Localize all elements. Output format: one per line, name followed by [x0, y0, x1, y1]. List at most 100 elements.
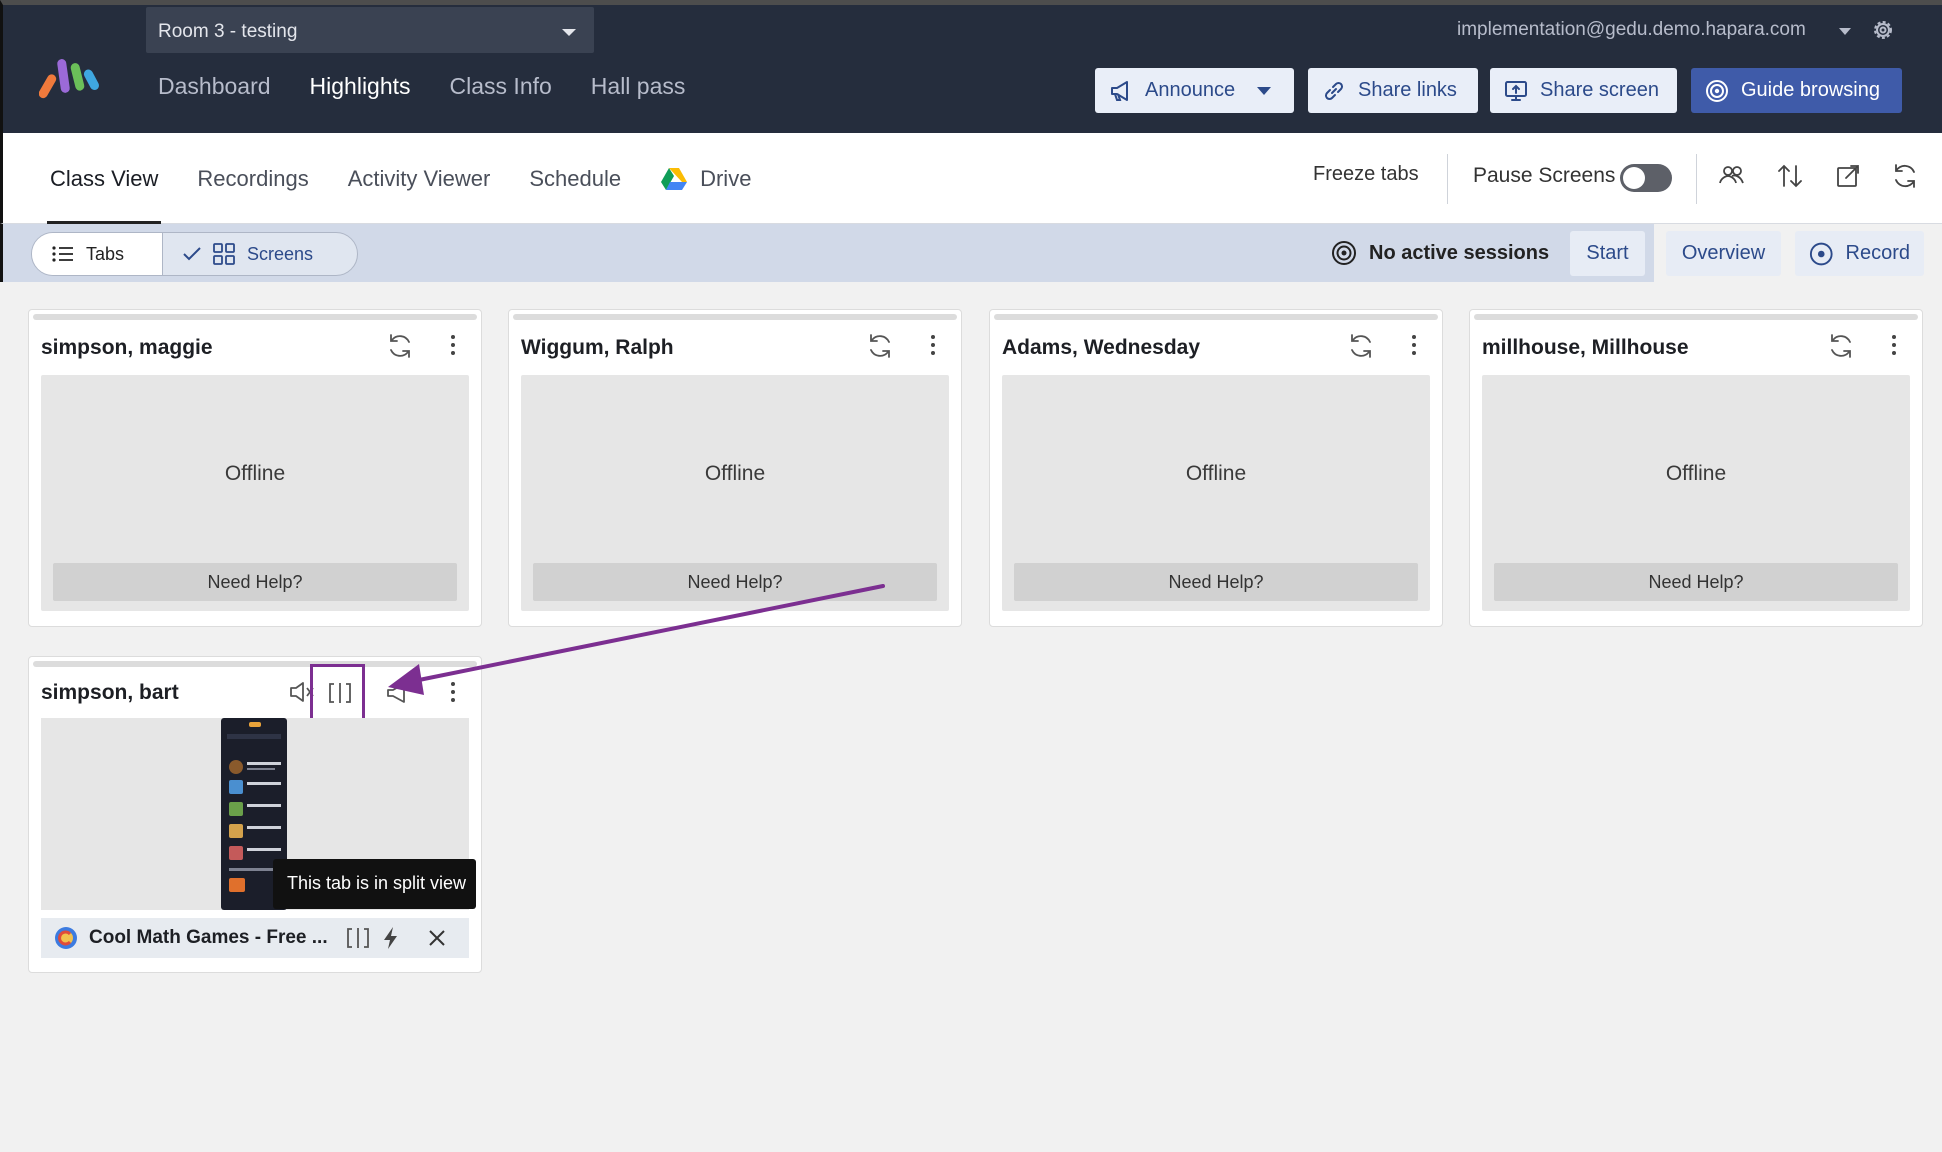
tab-recordings-label: Recordings	[197, 165, 309, 191]
student-name: millhouse, Millhouse	[1482, 336, 1689, 359]
refresh-icon[interactable]	[385, 331, 415, 361]
student-card: millhouse, Millhouse Offline Need Help?	[1469, 309, 1923, 627]
session-status: No active sessions	[1331, 240, 1549, 266]
student-card: Wiggum, Ralph Offline Need Help?	[508, 309, 962, 627]
sort-icon[interactable]	[1774, 160, 1806, 192]
offline-status: Offline	[224, 462, 286, 485]
student-name: simpson, maggie	[41, 336, 213, 359]
student-screen: Offline Need Help?	[41, 375, 469, 611]
chevron-down-icon	[562, 29, 576, 36]
tab-drive[interactable]: Drive	[657, 133, 754, 224]
view-mode-switch: Tabs Screens	[31, 232, 358, 276]
tab-schedule[interactable]: Schedule	[526, 133, 624, 224]
card-status-strip	[33, 314, 477, 320]
start-session-button[interactable]: Start	[1570, 231, 1645, 276]
record-icon	[1809, 242, 1833, 265]
site-favicon-icon	[55, 927, 77, 949]
split-view-icon[interactable]	[345, 927, 371, 949]
nav-highlights[interactable]: Highlights	[310, 73, 411, 100]
overview-button[interactable]: Overview	[1666, 231, 1781, 276]
close-icon[interactable]	[425, 926, 449, 950]
more-vertical-icon[interactable]	[1411, 334, 1417, 356]
tab-activity-viewer-label: Activity Viewer	[347, 165, 491, 191]
group-users-icon[interactable]	[1716, 160, 1748, 192]
nav-dashboard[interactable]: Dashboard	[158, 73, 271, 100]
student-card: simpson, maggie Offline Need Help?	[28, 309, 482, 627]
pause-screens-label: Pause Screens	[1473, 164, 1616, 187]
record-label: Record	[1845, 242, 1910, 264]
more-vertical-icon[interactable]	[450, 334, 456, 356]
grid-icon	[213, 243, 235, 265]
offline-status: Offline	[1185, 462, 1247, 485]
student-screen: Offline Need Help?	[521, 375, 949, 611]
view-toolbar: Tabs Screens No active sessions Start	[0, 224, 1942, 282]
nav-hall-pass[interactable]: Hall pass	[591, 73, 686, 100]
tab-activity-viewer[interactable]: Activity Viewer	[345, 133, 494, 224]
tab-title: Cool Math Games - Free ...	[89, 927, 328, 948]
refresh-icon[interactable]	[865, 331, 895, 361]
student-screen[interactable]: This tab is in split view	[41, 718, 476, 910]
tab-class-view[interactable]: Class View	[47, 133, 162, 224]
card-status-strip	[513, 314, 957, 320]
tab-recordings[interactable]: Recordings	[194, 133, 311, 224]
share-screen-button[interactable]: Share screen	[1490, 68, 1677, 113]
megaphone-icon[interactable]	[385, 680, 411, 706]
refresh-icon[interactable]	[1826, 331, 1856, 361]
student-name: Adams, Wednesday	[1002, 336, 1201, 359]
announce-label: Announce	[1145, 79, 1236, 101]
hapara-logo[interactable]	[39, 53, 109, 101]
announce-button[interactable]: Announce	[1095, 68, 1294, 113]
check-icon	[183, 247, 201, 261]
nav-class-info[interactable]: Class Info	[450, 73, 552, 100]
view-screens-button[interactable]: Screens	[163, 233, 333, 275]
target-icon	[1706, 79, 1728, 102]
need-help-button[interactable]: Need Help?	[53, 563, 457, 601]
need-help-button[interactable]: Need Help?	[533, 563, 937, 601]
need-help-button[interactable]: Need Help?	[1014, 563, 1418, 601]
gear-icon[interactable]	[1870, 17, 1896, 43]
share-links-label: Share links	[1358, 79, 1457, 101]
pause-screens-toggle[interactable]	[1620, 164, 1672, 192]
list-icon	[52, 246, 73, 262]
guide-browsing-button[interactable]: Guide browsing	[1691, 68, 1902, 113]
lightning-icon[interactable]	[381, 926, 401, 950]
top-header: Room 3 - testing Dashboard Highlights Cl…	[0, 0, 1942, 133]
refresh-icon[interactable]	[1889, 160, 1921, 192]
view-screens-label: Screens	[247, 243, 314, 264]
class-subnav: Class View Recordings Activity Viewer Sc…	[0, 133, 1942, 224]
target-icon	[1332, 241, 1356, 265]
view-tabs-button[interactable]: Tabs	[32, 233, 163, 275]
chevron-down-icon[interactable]	[1257, 86, 1272, 95]
more-vertical-icon[interactable]	[450, 681, 456, 703]
offline-status: Offline	[1665, 462, 1727, 485]
room-select-value: Room 3 - testing	[158, 21, 298, 42]
open-external-icon[interactable]	[1832, 160, 1864, 192]
link-icon	[1324, 81, 1344, 100]
split-view-tooltip: This tab is in split view	[273, 859, 476, 909]
student-name: Wiggum, Ralph	[521, 336, 674, 359]
divider	[1447, 154, 1448, 204]
divider	[1696, 154, 1697, 204]
guide-browsing-label: Guide browsing	[1741, 79, 1880, 101]
chevron-down-icon[interactable]	[1839, 28, 1851, 35]
offline-status: Offline	[704, 462, 766, 485]
room-select[interactable]: Room 3 - testing	[146, 7, 594, 53]
refresh-icon[interactable]	[1346, 331, 1376, 361]
need-help-button[interactable]: Need Help?	[1494, 563, 1898, 601]
share-screen-label: Share screen	[1540, 79, 1659, 101]
share-links-button[interactable]: Share links	[1308, 68, 1478, 113]
student-screen: Offline Need Help?	[1482, 375, 1910, 611]
view-tabs-label: Tabs	[86, 243, 125, 264]
session-status-text: No active sessions	[1369, 241, 1550, 264]
freeze-tabs-button[interactable]: Freeze tabs	[1313, 163, 1419, 186]
card-status-strip	[994, 314, 1438, 320]
more-vertical-icon[interactable]	[1891, 334, 1897, 356]
browser-tab-row[interactable]: Cool Math Games - Free ...	[41, 918, 469, 958]
tab-schedule-label: Schedule	[529, 165, 622, 191]
student-card: Adams, Wednesday Offline Need Help?	[989, 309, 1443, 627]
user-menu[interactable]: implementation@gedu.demo.hapara.com	[1457, 19, 1806, 41]
google-drive-icon	[661, 167, 688, 190]
record-button[interactable]: Record	[1795, 231, 1924, 276]
student-card-active: simpson, bart This tab is in split view …	[28, 656, 482, 973]
more-vertical-icon[interactable]	[930, 334, 936, 356]
